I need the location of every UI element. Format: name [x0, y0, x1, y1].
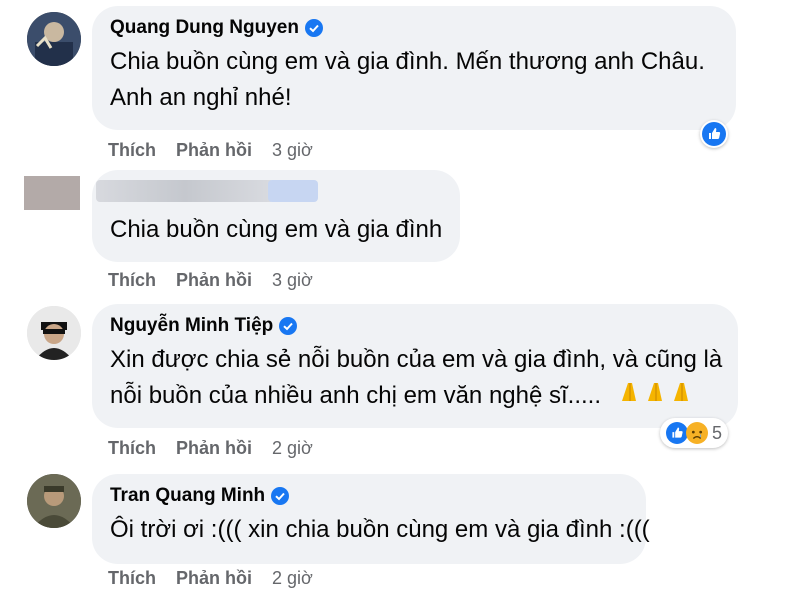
verified-badge-icon — [304, 19, 323, 37]
timestamp[interactable]: 2 giờ — [272, 438, 313, 459]
verified-badge-icon — [271, 487, 290, 505]
sad-reaction-icon — [686, 422, 708, 444]
reply-link[interactable]: Phản hồi — [176, 438, 252, 459]
avatar[interactable] — [24, 176, 80, 210]
comment-bubble: Quang Dung Nguyen Chia buồn cùng em và g… — [92, 6, 736, 130]
like-link[interactable]: Thích — [108, 270, 156, 291]
reaction-badge[interactable] — [700, 120, 728, 148]
like-reaction-icon — [666, 422, 688, 444]
author-name[interactable]: Nguyễn Minh Tiệp — [110, 314, 273, 338]
author-name-blurred — [268, 180, 318, 202]
comment-text-line: Xin được chia sẻ nỗi buồn của em và gia … — [110, 346, 723, 373]
like-link[interactable]: Thích — [108, 438, 156, 459]
comment-bubble: Tran Quang Minh Ôi trời ơi :((( xin chia… — [92, 474, 650, 564]
comment-text-line: nỗi buồn của nhiều anh chị em văn nghệ s… — [110, 378, 716, 414]
timestamp[interactable]: 3 giờ — [272, 270, 313, 291]
comment-actions: Thích Phản hồi 3 giờ — [108, 270, 313, 291]
avatar[interactable] — [27, 12, 81, 66]
reply-link[interactable]: Phản hồi — [176, 568, 252, 589]
avatar[interactable] — [27, 306, 81, 360]
comment-author[interactable]: Tran Quang Minh — [110, 484, 624, 508]
avatar[interactable] — [27, 474, 81, 528]
folded-hands-icon — [618, 378, 698, 414]
comment-text-line: Anh an nghỉ nhé! — [110, 84, 292, 111]
reaction-badge[interactable]: 5 — [660, 418, 729, 448]
comment-bubble: Chia buồn cùng em và gia đình — [92, 170, 460, 262]
reply-link[interactable]: Phản hồi — [176, 270, 252, 291]
comment-actions: Thích Phản hồi 2 giờ — [108, 438, 313, 459]
reply-link[interactable]: Phản hồi — [176, 140, 252, 161]
verified-badge-icon — [279, 317, 298, 335]
comment-actions: Thích Phản hồi 2 giờ — [108, 568, 313, 589]
reaction-count: 5 — [712, 422, 723, 443]
author-name-blurred — [96, 180, 274, 202]
comment-author[interactable]: Nguyễn Minh Tiệp — [110, 314, 716, 338]
comment-actions: Thích Phản hồi 3 giờ — [108, 140, 313, 161]
comment-text-line: Chia buồn cùng em và gia đình. Mến thươn… — [110, 48, 705, 75]
comment-text-line: Chia buồn cùng em và gia đình — [110, 216, 443, 243]
comment-text-line-content: nỗi buồn của nhiều anh chị em văn nghệ s… — [110, 382, 602, 409]
comment-bubble: Nguyễn Minh Tiệp Xin được chia sẻ nỗi bu… — [92, 304, 738, 428]
author-name[interactable]: Quang Dung Nguyen — [110, 16, 299, 40]
author-name[interactable]: Tran Quang Minh — [110, 484, 265, 508]
timestamp[interactable]: 2 giờ — [272, 568, 313, 589]
like-reaction-icon — [702, 122, 726, 146]
comment-author[interactable]: Quang Dung Nguyen — [110, 16, 714, 40]
like-link[interactable]: Thích — [108, 568, 156, 589]
like-link[interactable]: Thích — [108, 140, 156, 161]
timestamp[interactable]: 3 giờ — [272, 140, 313, 161]
comment-text-line: Ôi trời ơi :((( xin chia buồn cùng em và… — [110, 516, 650, 543]
